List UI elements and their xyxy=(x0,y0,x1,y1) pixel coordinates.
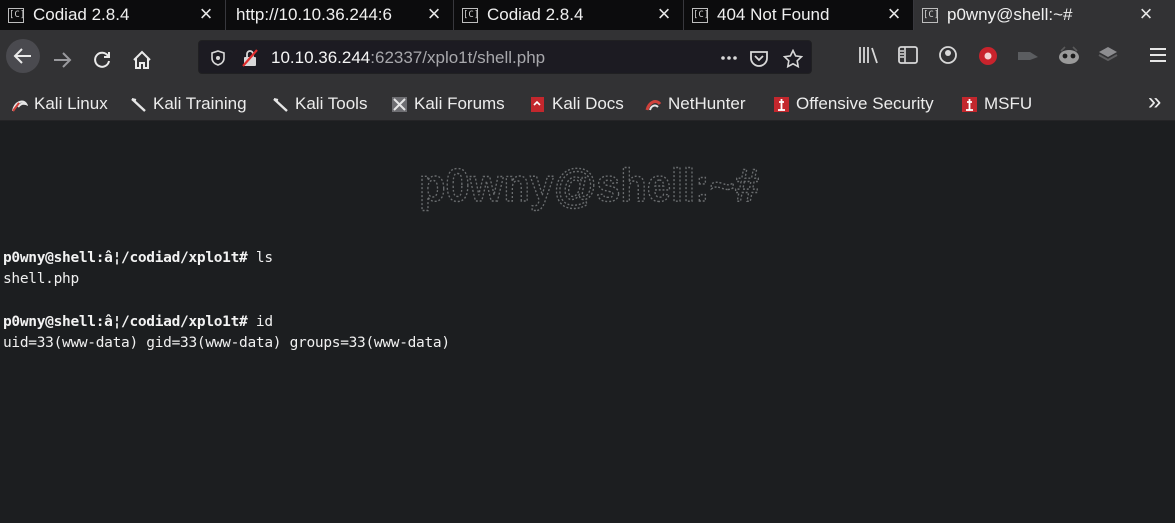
terminal-output: shell.php xyxy=(3,271,79,287)
home-button[interactable] xyxy=(128,46,156,74)
bookmark-msfu[interactable]: MSFU xyxy=(961,93,1032,115)
close-tab-icon[interactable]: × xyxy=(655,3,673,25)
address-bar[interactable]: 10.10.36.244:62337/xplo1t/shell.php xyxy=(198,40,812,74)
library-icon[interactable] xyxy=(858,45,880,65)
msfu-icon xyxy=(962,96,977,112)
kali-docs-icon xyxy=(531,96,544,112)
terminal-output: uid=33(www-data) gid=33(www-data) groups… xyxy=(3,335,450,351)
tab-http-url[interactable]: http://10.10.36.244:6 × xyxy=(226,0,454,30)
bookmark-star-icon[interactable] xyxy=(783,49,803,69)
reload-icon xyxy=(94,51,110,68)
tab-title: 404 Not Found xyxy=(717,5,830,24)
bookmark-label: Kali Forums xyxy=(414,94,505,113)
bookmark-kali-tools[interactable]: Kali Tools xyxy=(272,93,367,115)
chevron-double-right-icon: » xyxy=(1148,88,1162,115)
addon-cube-icon[interactable] xyxy=(1097,45,1119,65)
close-tab-icon[interactable]: × xyxy=(197,3,215,25)
addon-gray-icon[interactable] xyxy=(1016,48,1040,64)
kali-dragon-icon xyxy=(11,100,28,112)
sidebar-icon[interactable] xyxy=(897,45,919,65)
bookmark-kali-linux[interactable]: Kali Linux xyxy=(11,93,108,115)
arrow-right-icon xyxy=(54,52,72,68)
addon-red-icon[interactable] xyxy=(977,45,999,67)
page-favicon-icon: [C] xyxy=(922,7,939,23)
insecure-lock-icon[interactable] xyxy=(241,49,259,67)
tab-strip: [C] Codiad 2.8.4 × http://10.10.36.244:6… xyxy=(0,0,1175,30)
close-tab-icon[interactable]: × xyxy=(885,3,903,25)
shield-icon[interactable] xyxy=(209,49,227,67)
terminal-line: p0wny@shell:â¦/codiad/xplo1t# id xyxy=(3,314,273,330)
bookmarks-overflow-button[interactable]: » xyxy=(1148,88,1162,115)
terminal-line: p0wny@shell:â¦/codiad/xplo1t# ls xyxy=(3,250,273,266)
back-button[interactable] xyxy=(6,39,40,73)
tab-codiad-2[interactable]: [C] Codiad 2.8.4 × xyxy=(454,0,684,30)
bookmark-nethunter[interactable]: NetHunter xyxy=(645,93,745,115)
bookmarks-toolbar: Kali Linux Kali Training Kali Tools Kali… xyxy=(0,88,1175,121)
close-tab-icon[interactable]: × xyxy=(425,3,443,25)
page-favicon-icon: [C] xyxy=(692,7,709,23)
home-icon xyxy=(133,50,151,69)
reload-button[interactable] xyxy=(88,46,116,74)
bookmark-label: MSFU xyxy=(984,94,1033,113)
tab-404[interactable]: [C] 404 Not Found × xyxy=(684,0,914,30)
ascii-art-logo: p0wny@shell:~# xyxy=(418,158,759,211)
account-icon[interactable] xyxy=(937,45,959,65)
bookmark-label: Kali Training xyxy=(153,94,247,113)
nethunter-icon xyxy=(645,99,662,110)
shell-page: p0wny@shell:~# p0wny@shell:â¦/codiad/xpl… xyxy=(0,121,1175,523)
logo-text: p0wny@shell:~# xyxy=(419,159,759,211)
url-text[interactable]: 10.10.36.244:62337/xplo1t/shell.php xyxy=(271,48,545,68)
bookmark-kali-docs[interactable]: Kali Docs xyxy=(529,93,624,115)
bookmark-label: Kali Docs xyxy=(552,94,624,113)
tab-p0wny-shell[interactable]: [C] p0wny@shell:~# × xyxy=(914,0,1175,30)
kali-tools-icon xyxy=(273,97,288,112)
tab-title: Codiad 2.8.4 xyxy=(487,5,584,24)
bookmark-label: Offensive Security xyxy=(796,94,934,113)
bookmark-label: NetHunter xyxy=(668,94,746,113)
kali-forums-icon xyxy=(392,96,407,112)
forward-button[interactable] xyxy=(48,46,76,74)
addon-mask-icon[interactable] xyxy=(1057,45,1081,65)
shell-command: id xyxy=(247,314,273,330)
close-tab-icon[interactable]: × xyxy=(1137,3,1155,25)
pocket-icon[interactable] xyxy=(749,49,769,67)
bookmark-label: Kali Linux xyxy=(34,94,108,113)
url-host: 10.10.36.244 xyxy=(271,48,371,67)
arrow-left-icon xyxy=(13,48,31,64)
bookmark-kali-training[interactable]: Kali Training xyxy=(130,93,247,115)
shell-command: ls xyxy=(247,250,273,266)
bookmark-offensive-security[interactable]: Offensive Security xyxy=(773,93,934,115)
url-path: :62337/xplo1t/shell.php xyxy=(370,48,546,67)
bookmark-kali-forums[interactable]: Kali Forums xyxy=(391,93,505,115)
shell-prompt: p0wny@shell:â¦/codiad/xplo1t# xyxy=(3,314,248,330)
hamburger-menu-icon[interactable] xyxy=(1148,45,1168,65)
offsec-icon xyxy=(774,96,789,112)
tab-title: http://10.10.36.244:6 xyxy=(236,5,392,24)
tab-codiad-1[interactable]: [C] Codiad 2.8.4 × xyxy=(0,0,226,30)
shell-prompt: p0wny@shell:â¦/codiad/xplo1t# xyxy=(3,250,248,266)
page-favicon-icon: [C] xyxy=(462,7,479,23)
kali-training-icon xyxy=(131,97,146,112)
page-actions-icon[interactable] xyxy=(719,49,739,67)
navigation-toolbar: 10.10.36.244:62337/xplo1t/shell.php xyxy=(0,30,1175,88)
page-favicon-icon: [C] xyxy=(8,7,25,23)
bookmark-label: Kali Tools xyxy=(295,94,368,113)
